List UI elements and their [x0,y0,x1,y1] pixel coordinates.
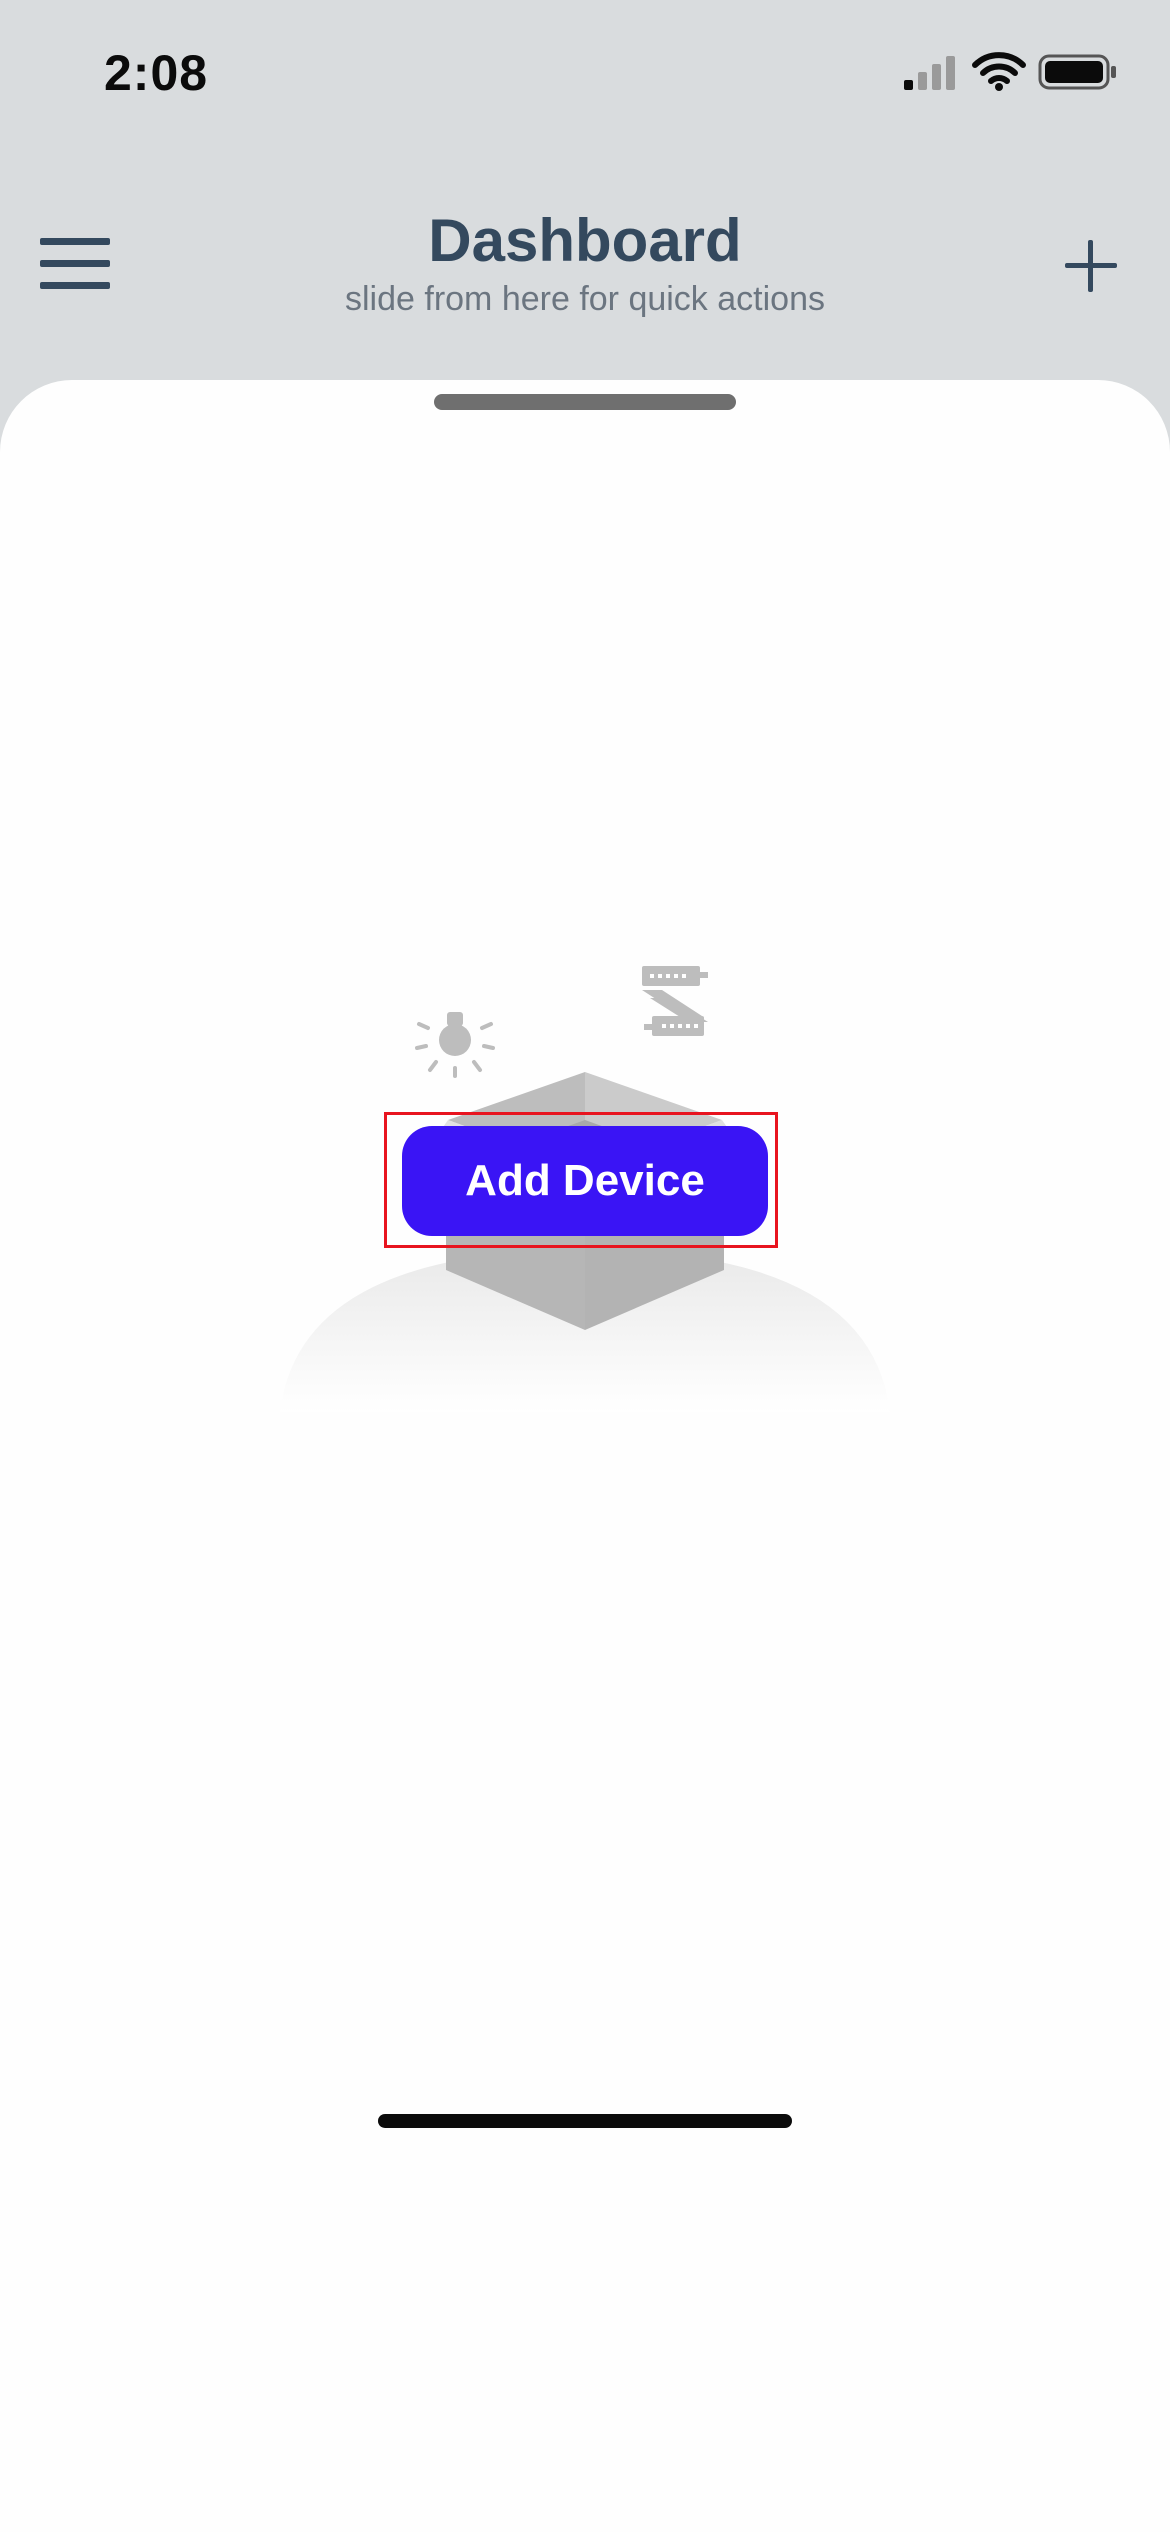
light-bulb-icon [415,1012,495,1078]
battery-icon [1038,54,1116,90]
cellular-signal-icon [904,56,955,90]
page-title: Dashboard [428,207,742,274]
status-time: 2:08 [104,45,209,101]
quick-actions-hint[interactable]: slide from here for quick actions [0,280,1170,319]
status-bar: 2:08 [0,0,1170,140]
switch-device-icon [642,966,708,1036]
empty-state-illustration [280,966,890,1412]
sheet-drag-handle[interactable] [434,394,736,410]
plus-icon[interactable] [1060,230,1130,300]
header: Dashboard slide from here for quick acti… [0,180,1170,340]
add-device-button[interactable]: Add Device [402,1126,768,1236]
wifi-icon [972,52,1026,91]
home-indicator[interactable] [378,2114,792,2128]
